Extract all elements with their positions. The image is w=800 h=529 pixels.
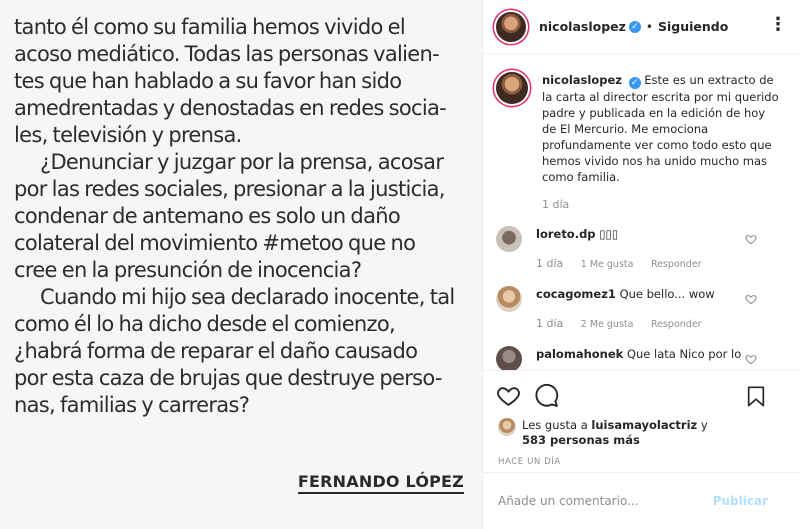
like-icon[interactable] (496, 383, 521, 408)
comment-text: ▯▯▯ (599, 227, 619, 241)
letter-signature: FERNANDO LÓPEZ (297, 472, 464, 494)
letter-line: ¿habrá forma de reparar el daño causado (14, 339, 418, 363)
letter-line: acoso mediático. Todas las personas vali… (14, 42, 440, 66)
comment-item: palomahonek Que lata Nico por lo (483, 333, 800, 370)
commenter-username[interactable]: palomahonek (536, 347, 623, 361)
letter-line: nas, familias y carreras? (14, 393, 250, 417)
post-actions: Les gusta a luisamayolactriz y 583 perso… (483, 370, 800, 467)
letter-line: les, televisión y prensa. (14, 123, 242, 147)
letter-line: colateral del movimiento #metoo que no (14, 231, 416, 255)
following-button[interactable]: Siguiendo (658, 19, 728, 34)
letter-line: por las redes sociales, presionar a la j… (14, 177, 445, 201)
post-header: nicolaslopez ✓ • Siguiendo ⋮ (483, 0, 800, 54)
commenter-avatar[interactable] (496, 226, 522, 252)
reply-button[interactable]: Responder (651, 319, 702, 330)
post-caption: nicolaslopez ✓ Este es un extracto de la… (483, 55, 800, 213)
post-time[interactable]: HACE UN DÍA (483, 448, 800, 467)
likes-summary: Les gusta a luisamayolactriz y 583 perso… (483, 408, 800, 448)
verified-icon: ✓ (628, 77, 641, 89)
likes-count[interactable]: 583 personas más (522, 433, 640, 447)
caption-avatar[interactable] (496, 72, 528, 104)
comment-input[interactable] (498, 494, 708, 508)
author-username[interactable]: nicolaslopez (539, 19, 626, 34)
post-image: tanto él como su familia hemos vivido el… (0, 0, 482, 529)
comment-text: Que bello... wow (619, 287, 715, 301)
likes-conj: y (700, 418, 708, 432)
author-avatar[interactable] (496, 11, 526, 42)
comment-item: cocagomez1 Que bello... wow 1 día 2 Me g… (483, 273, 800, 333)
comment-time[interactable]: 1 día (536, 317, 563, 330)
more-options-icon[interactable]: ⋮ (769, 14, 787, 35)
like-comment-icon[interactable] (745, 233, 757, 245)
comments-list[interactable]: nicolaslopez ✓ Este es un extracto de la… (483, 55, 800, 370)
publish-button[interactable]: Publicar (713, 494, 768, 508)
separator-dot: • (645, 19, 653, 34)
comment-likes[interactable]: 1 Me gusta (581, 259, 634, 270)
like-comment-icon[interactable] (745, 353, 757, 365)
comment-item: loreto.dp ▯▯▯ 1 día 1 Me gusta Responder (483, 213, 800, 273)
liker-username[interactable]: luisamayolactriz (591, 418, 697, 432)
letter-line: por esta caza de brujas que destruye per… (14, 366, 442, 390)
caption-username[interactable]: nicolaslopez (542, 73, 622, 87)
commenter-username[interactable]: loreto.dp (536, 227, 596, 241)
comment-time[interactable]: 1 día (536, 257, 563, 270)
letter-line: Cuando mi hijo sea declarado inocente, t… (40, 285, 455, 309)
caption-time[interactable]: 1 día (542, 198, 569, 211)
letter-text: tanto él como su familia hemos vivido el… (14, 14, 474, 419)
reply-button[interactable]: Responder (651, 259, 702, 270)
letter-line: condenar de antemano es solo un daño (14, 204, 401, 228)
liker-avatar[interactable] (498, 418, 516, 436)
comment-icon[interactable] (534, 383, 559, 408)
comment-text: Que lata Nico por lo (626, 347, 742, 361)
comment-likes[interactable]: 2 Me gusta (581, 319, 634, 330)
add-comment-bar: Publicar (483, 472, 800, 529)
bookmark-icon[interactable] (745, 384, 767, 409)
letter-line: como él lo ha dicho desde el comienzo, (14, 312, 396, 336)
caption-text: Este es un extracto de la carta al direc… (542, 73, 779, 184)
letter-line: tanto él como su familia hemos vivido el (14, 15, 406, 39)
letter-line: cree en la presunción de inocencia? (14, 258, 362, 282)
letter-line: ¿Denunciar y juzgar por la prensa, acosa… (40, 150, 444, 174)
letter-line: amedrentadas y denostadas en redes socia… (14, 96, 447, 120)
verified-icon: ✓ (628, 20, 641, 33)
letter-line: tes que han hablado a su favor han sido (14, 69, 402, 93)
post-sidebar: nicolaslopez ✓ • Siguiendo ⋮ nicolaslope… (482, 0, 800, 529)
commenter-avatar[interactable] (496, 286, 522, 312)
likes-prefix: Les gusta a (522, 418, 588, 432)
commenter-avatar[interactable] (496, 346, 522, 370)
like-comment-icon[interactable] (745, 293, 757, 305)
commenter-username[interactable]: cocagomez1 (536, 287, 616, 301)
